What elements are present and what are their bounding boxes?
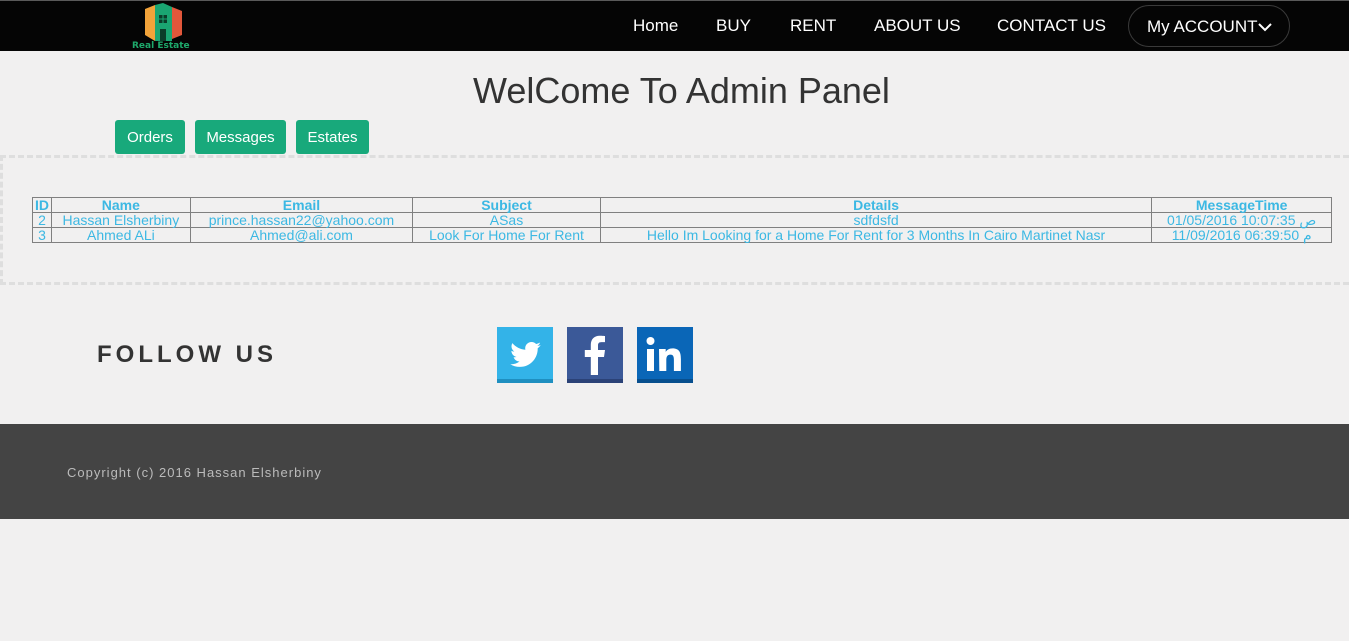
copyright-text: Copyright (c) 2016 Hassan Elsherbiny (67, 465, 322, 480)
facebook-icon (567, 327, 623, 383)
cell-name: Ahmed ALi (51, 227, 191, 243)
cell-id: 3 (32, 227, 52, 243)
column-header-details: Details (599, 197, 1153, 213)
nav-rent[interactable]: RENT (790, 16, 836, 36)
nav-home[interactable]: Home (633, 16, 678, 36)
messages-button[interactable]: Messages (195, 120, 286, 154)
column-header-id: ID (32, 197, 52, 213)
column-header-messagetime: MessageTime (1151, 197, 1332, 213)
nav-contact-us[interactable]: CONTACT US (997, 16, 1106, 36)
cell-subject: Look For Home For Rent (412, 227, 601, 243)
orders-button[interactable]: Orders (115, 120, 185, 154)
cell-name: Hassan Elsherbiny (51, 212, 191, 228)
footer: Copyright (c) 2016 Hassan Elsherbiny (0, 424, 1349, 519)
estates-button[interactable]: Estates (296, 120, 369, 154)
twitter-icon (497, 327, 553, 383)
cell-messagetime: 11/09/2016 06:39:50 م (1151, 227, 1332, 243)
column-header-email: Email (189, 197, 414, 213)
messages-table: ID Name Email Subject Details MessageTim… (32, 197, 1332, 243)
site-logo[interactable]: Real Estate (128, 3, 204, 51)
linkedin-icon (637, 327, 693, 383)
my-account-label: My ACCOUNT (1147, 17, 1258, 36)
column-header-name: Name (51, 197, 191, 213)
page-title: WelCome To Admin Panel (473, 70, 890, 111)
table-row: 3 Ahmed ALi Ahmed@ali.com Look For Home … (32, 227, 1332, 243)
cell-details: sdfdsfd (599, 212, 1153, 228)
follow-us-heading: FOLLOW US (97, 341, 277, 368)
nav-buy[interactable]: BUY (716, 16, 751, 36)
nav-about-us[interactable]: ABOUT US (874, 16, 961, 36)
top-navbar: Real Estate Home BUY RENT ABOUT US CONTA… (0, 0, 1349, 51)
table-header-row: ID Name Email Subject Details MessageTim… (32, 197, 1332, 213)
my-account-dropdown[interactable]: My ACCOUNT (1128, 5, 1290, 47)
cell-email: Ahmed@ali.com (189, 227, 414, 243)
cell-id: 2 (32, 212, 52, 228)
cell-subject: ASas (412, 212, 601, 228)
logo-text: Real Estate (132, 41, 190, 51)
cell-messagetime: 01/05/2016 10:07:35 ص (1151, 212, 1332, 228)
linkedin-link[interactable] (637, 327, 693, 383)
cell-details: Hello Im Looking for a Home For Rent for… (599, 227, 1153, 243)
table-row: 2 Hassan Elsherbiny prince.hassan22@yaho… (32, 212, 1332, 228)
twitter-link[interactable] (497, 327, 553, 383)
column-header-subject: Subject (412, 197, 601, 213)
cell-email: prince.hassan22@yahoo.com (189, 212, 414, 228)
chevron-down-icon (1258, 23, 1272, 32)
house-logo-icon (145, 3, 182, 41)
facebook-link[interactable] (567, 327, 623, 383)
